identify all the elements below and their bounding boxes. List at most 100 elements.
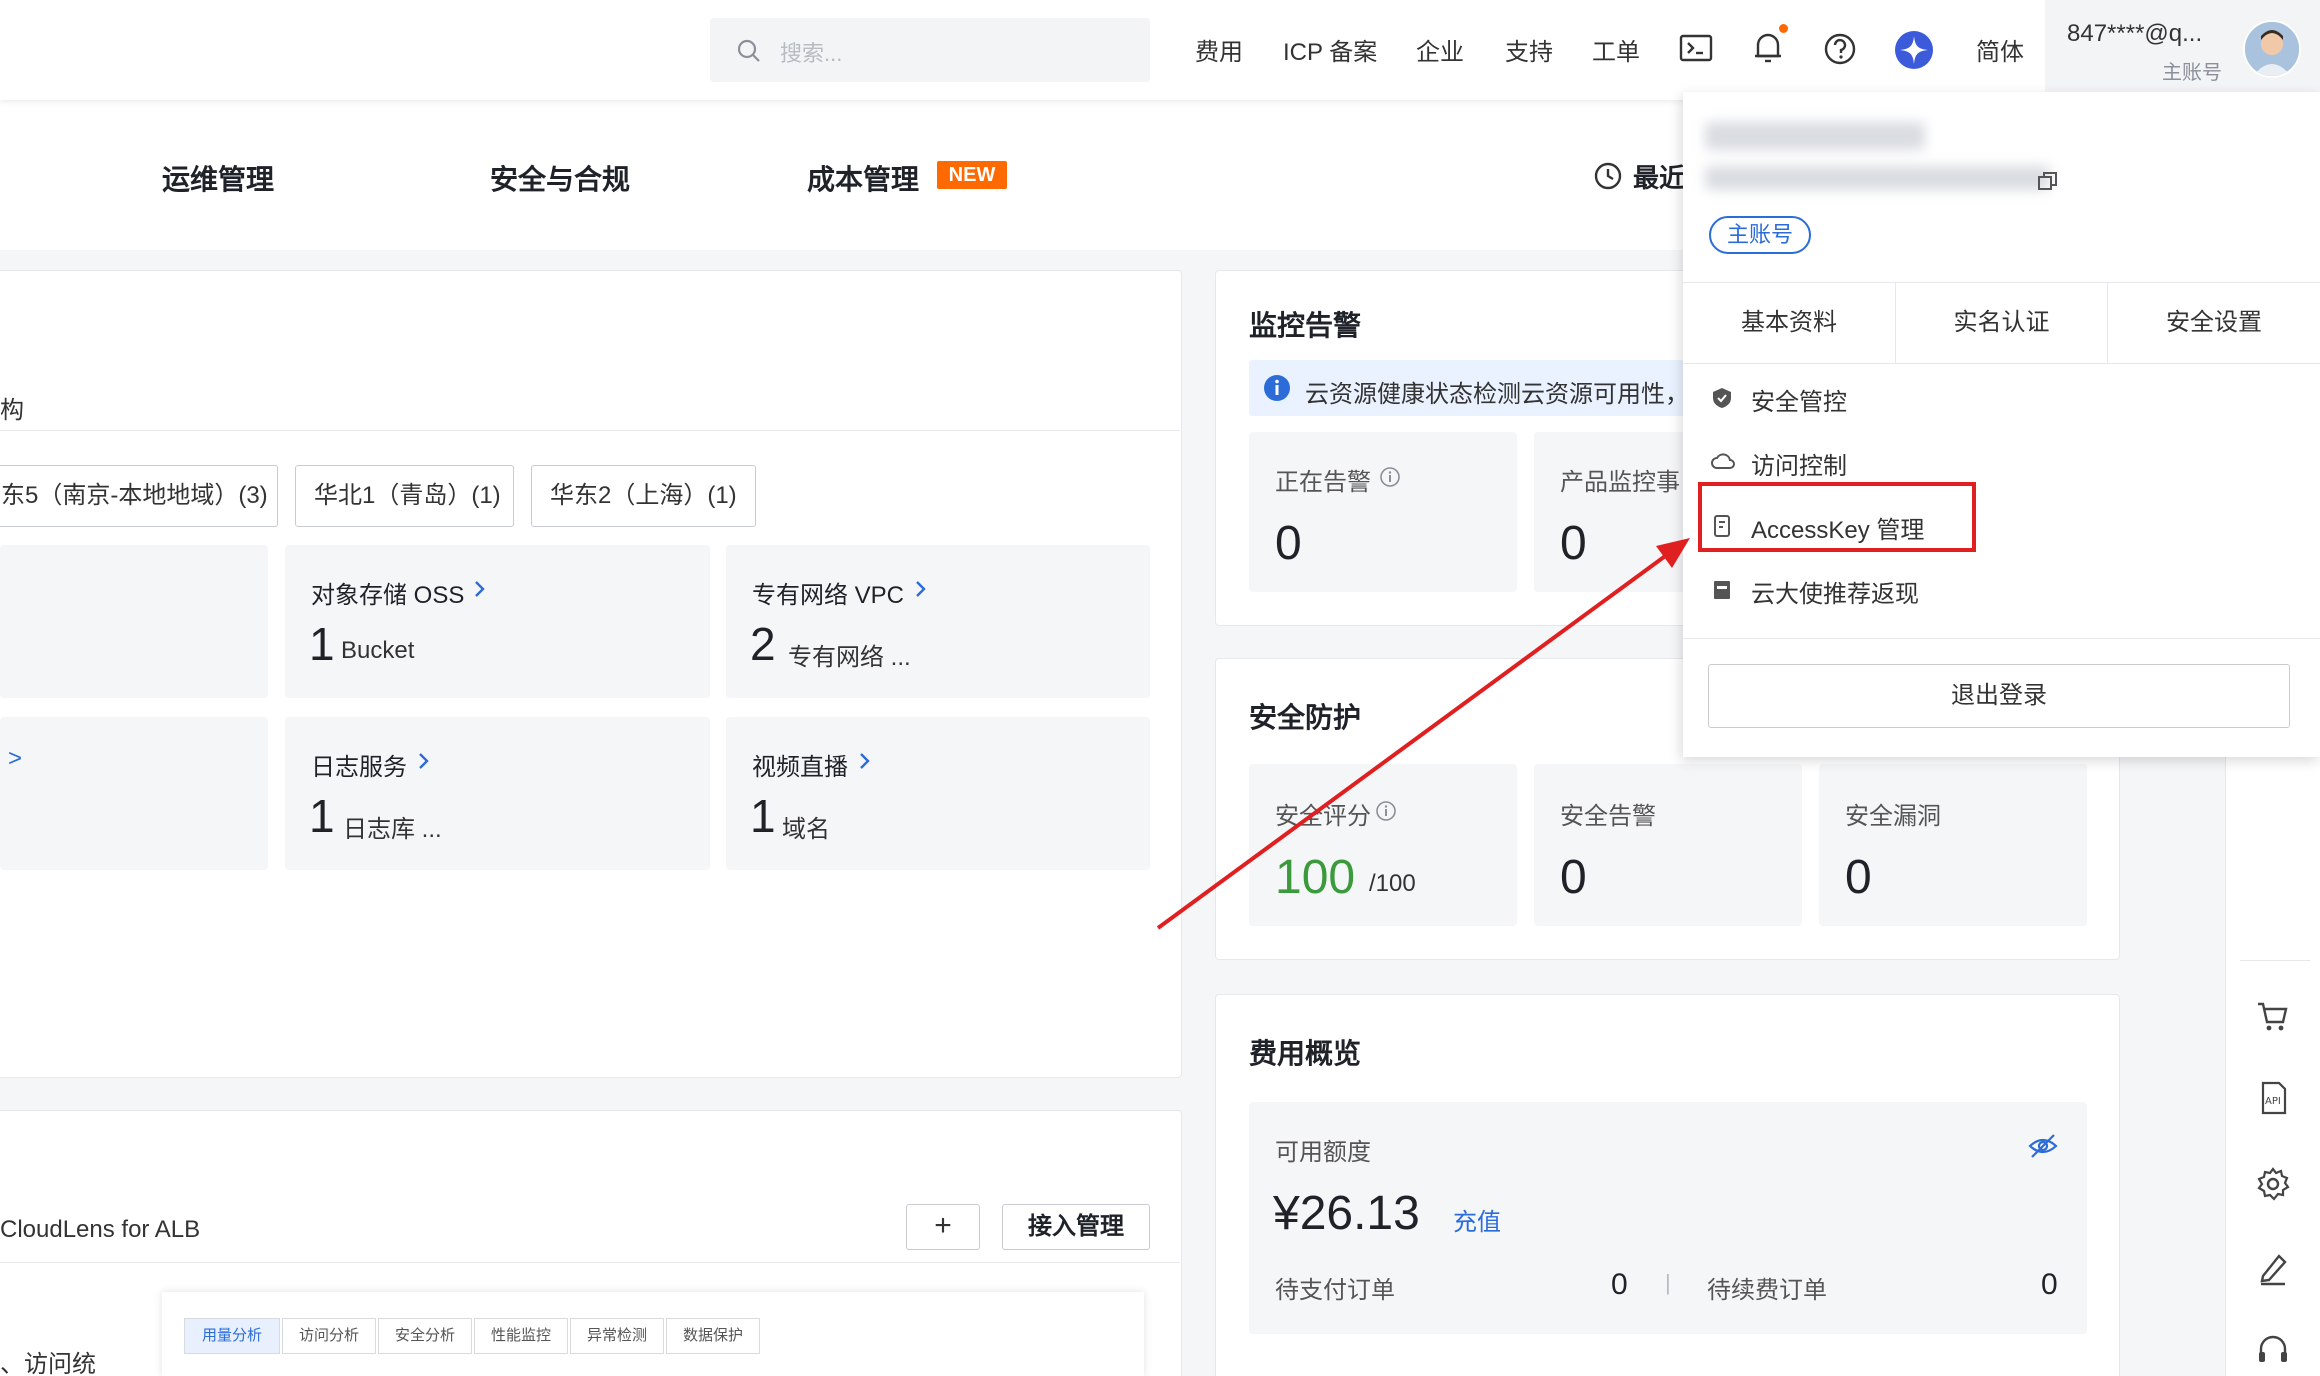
nav-icp[interactable]: ICP 备案 <box>1283 32 1377 67</box>
notice-text: 云资源健康状态检测云资源可用性， <box>1305 381 1689 408</box>
terminal-icon[interactable] <box>1679 34 1713 62</box>
tab-cost[interactable]: 成本管理 <box>807 158 919 198</box>
tile-unit: 专有网络 ... <box>788 644 911 671</box>
bell-icon[interactable] <box>1752 30 1784 66</box>
region-nanjing[interactable]: 东5（南京-本地地域）(3) <box>0 465 278 527</box>
resource-tile-vpc[interactable]: 专有网络 VPC 2 专有网络 ... <box>726 545 1150 698</box>
info-icon <box>1264 375 1290 401</box>
nav-support[interactable]: 支持 <box>1505 32 1553 67</box>
stat-value: 0 <box>1845 851 1872 904</box>
region-qingdao[interactable]: 华北1（青岛）(1) <box>295 465 514 527</box>
gear-icon[interactable] <box>2255 1166 2291 1202</box>
avatar[interactable] <box>2243 20 2301 78</box>
stat-security-score[interactable]: 安全评分 100 /100 <box>1249 764 1517 926</box>
masked-account-id <box>1705 122 1925 150</box>
pending-pay-label[interactable]: 待支付订单 <box>1275 1270 1395 1305</box>
separator: | <box>1665 1270 1671 1295</box>
edit-icon[interactable] <box>2255 1250 2291 1286</box>
tile-title: 日志服务 <box>311 754 407 781</box>
tab-basic-info[interactable]: 基本资料 <box>1683 282 1896 364</box>
security-score-max: /100 <box>1369 870 1416 897</box>
stat-label: 产品监控事 <box>1560 469 1680 496</box>
divider <box>0 430 1180 431</box>
help-icon[interactable] <box>1823 32 1857 66</box>
account-role: 主账号 <box>2162 62 2222 84</box>
stat-security-alerts[interactable]: 安全告警 0 <box>1534 764 1802 926</box>
menu-item-security-control[interactable]: 安全管控 <box>1711 376 2031 416</box>
search-box[interactable]: 搜索... <box>710 18 1150 82</box>
menu-item-label: 安全管控 <box>1751 389 1847 416</box>
resource-tile-oss[interactable]: 对象存储 OSS 1 Bucket <box>285 545 710 698</box>
tile-count: 1 <box>750 790 776 842</box>
tile-unit: Bucket <box>341 637 415 664</box>
pending-renew-label[interactable]: 待续费订单 <box>1707 1270 1827 1305</box>
menu-item-accesskey[interactable]: AccessKey 管理 <box>1711 504 2031 544</box>
resource-tile-partial[interactable] <box>0 545 268 698</box>
cost-panel: 可用额度 ¥26.13 充值 待支付订单 0 | 待续费订单 0 <box>1249 1102 2087 1334</box>
cart-icon[interactable] <box>2255 998 2291 1034</box>
tab-security-settings[interactable]: 安全设置 <box>2108 282 2320 364</box>
tile-count: 1 <box>309 618 335 670</box>
nav-ticket[interactable]: 工单 <box>1592 32 1640 67</box>
preview-tab: 性能监控 <box>474 1318 568 1354</box>
resource-tile-partial[interactable]: > <box>0 717 268 870</box>
account-dropdown: 主账号 基本资料 实名认证 安全设置 安全管控 访问控制 AccessKey 管… <box>1683 92 2320 757</box>
tile-count: 2 <box>750 618 776 670</box>
stat-label: 安全漏洞 <box>1845 803 1941 830</box>
search-placeholder: 搜索... <box>780 41 843 66</box>
recent-link[interactable]: 最近 <box>1633 158 1685 195</box>
cloud-icon <box>1711 453 1735 469</box>
stat-alerting[interactable]: 正在告警 0 <box>1249 432 1517 592</box>
stat-value: 0 <box>1560 851 1587 904</box>
menu-item-access-control[interactable]: 访问控制 <box>1711 440 2031 480</box>
gift-icon <box>1714 581 1730 599</box>
resource-tile-log[interactable]: 日志服务 1 日志库 ... <box>285 717 710 870</box>
access-manage-button[interactable]: 接入管理 <box>1002 1204 1150 1250</box>
tile-title: 对象存储 OSS <box>311 582 465 609</box>
resource-tile-live[interactable]: 视频直播 1 域名 <box>726 717 1150 870</box>
tile-count: 1 <box>309 790 335 842</box>
tab-security-compliance[interactable]: 安全与合规 <box>490 158 630 198</box>
stat-label: 正在告警 <box>1275 469 1371 496</box>
role-tag: 主账号 <box>1709 216 1811 254</box>
chevron-right-icon: > <box>8 745 23 772</box>
divider <box>2240 960 2310 961</box>
eye-off-icon[interactable] <box>2027 1132 2059 1160</box>
headset-icon[interactable] <box>2255 1332 2291 1368</box>
top-navbar: 搜索... 费用 ICP 备案 企业 支持 工单 简体 847****@q...… <box>0 0 2320 100</box>
cost-title: 费用概览 <box>1249 1038 1362 1069</box>
security-title: 安全防护 <box>1249 702 1362 733</box>
ai-assistant-icon[interactable] <box>1894 30 1934 70</box>
add-button[interactable]: + <box>906 1204 980 1250</box>
chevron-right-icon <box>475 581 485 597</box>
region-shanghai[interactable]: 华东2（上海）(1) <box>531 465 756 527</box>
tile-unit: 域名 <box>782 816 830 843</box>
svg-text:API: API <box>2265 1096 2281 1107</box>
stat-vulnerabilities[interactable]: 安全漏洞 0 <box>1819 764 2087 926</box>
menu-item-label: 云大使推荐返现 <box>1751 581 1919 608</box>
logout-button[interactable]: 退出登录 <box>1708 664 2290 728</box>
copy-icon[interactable] <box>2037 170 2059 192</box>
divider <box>0 1262 1180 1263</box>
preview-tab: 数据保护 <box>666 1318 760 1354</box>
tile-unit: 日志库 ... <box>343 816 442 843</box>
preview-tab: 访问分析 <box>282 1318 376 1354</box>
info-icon <box>1376 801 1396 821</box>
masked-email <box>1705 166 2050 190</box>
divider <box>1683 638 2320 639</box>
api-icon[interactable]: API <box>2255 1080 2291 1116</box>
key-icon <box>1714 515 1730 537</box>
tab-ops[interactable]: 运维管理 <box>162 158 274 198</box>
tab-real-name[interactable]: 实名认证 <box>1896 282 2108 364</box>
language-switch[interactable]: 简体 <box>1976 32 2024 67</box>
menu-item-ambassador[interactable]: 云大使推荐返现 <box>1711 568 2031 608</box>
chevron-right-icon <box>419 753 429 769</box>
nav-enterprise[interactable]: 企业 <box>1416 32 1464 67</box>
nav-billing[interactable]: 费用 <box>1195 32 1243 67</box>
pending-pay-value: 0 <box>1611 1268 1628 1301</box>
stat-value: 0 <box>1560 517 1587 570</box>
stat-label: 安全告警 <box>1560 803 1656 830</box>
info-icon <box>1380 467 1400 487</box>
pending-renew-value: 0 <box>2041 1268 2058 1301</box>
recharge-link[interactable]: 充值 <box>1453 1202 1501 1237</box>
